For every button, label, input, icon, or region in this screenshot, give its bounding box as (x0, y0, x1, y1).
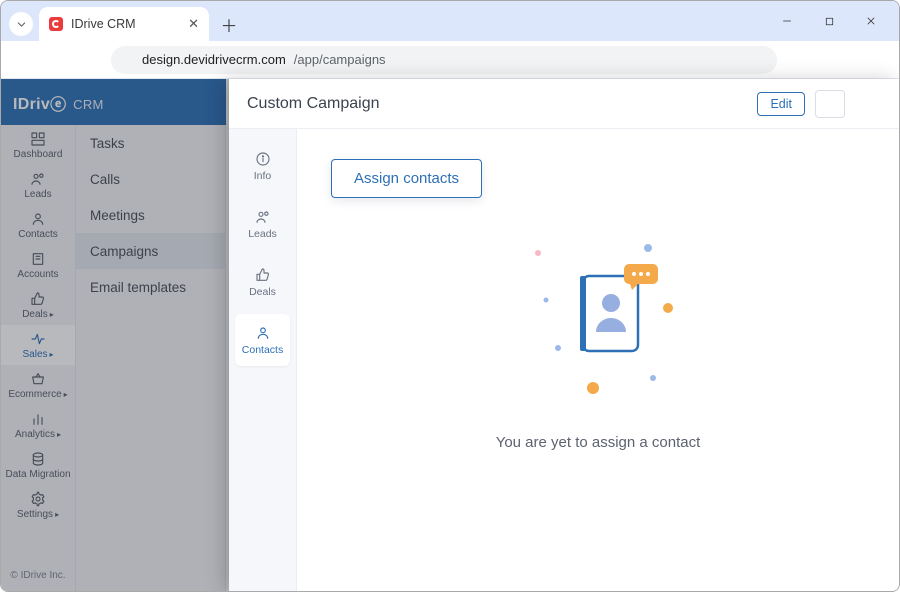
window-maximize-button[interactable] (809, 7, 849, 35)
new-tab-button[interactable]: ＋ (215, 10, 243, 38)
drawer-tab-info[interactable]: Info (235, 140, 290, 192)
contact-icon (255, 325, 271, 341)
kebab-icon (823, 97, 837, 111)
empty-state: You are yet to assign a contact (331, 198, 865, 561)
url-path: /app/campaigns (294, 52, 386, 67)
empty-state-text: You are yet to assign a contact (496, 434, 701, 451)
drawer-more-button[interactable] (815, 90, 845, 118)
empty-state-illustration (498, 238, 698, 408)
nav-forward-button[interactable] (43, 48, 67, 72)
drawer-close-button[interactable] (855, 91, 881, 117)
leads-icon (255, 209, 271, 225)
drawer-body: Info Leads Deals Contacts (229, 129, 899, 591)
url-host: design.devidrivecrm.com (142, 52, 286, 67)
browser-menu-button[interactable] (867, 48, 891, 72)
browser-addressbar: design.devidrivecrm.com/app/campaigns (1, 41, 899, 79)
password-key-icon[interactable] (795, 48, 819, 72)
window-close-button[interactable] (851, 7, 891, 35)
tab-close-button[interactable]: ✕ (188, 16, 199, 32)
drawer-tabs: Info Leads Deals Contacts (229, 129, 297, 591)
tab-title: IDrive CRM (71, 17, 136, 31)
tab-search-button[interactable] (9, 12, 33, 36)
browser-tab-active[interactable]: IDrive CRM ✕ (39, 7, 209, 41)
info-icon (255, 151, 271, 167)
drawer-content: Assign contacts (297, 129, 899, 591)
drawer-tab-deals[interactable]: Deals (235, 256, 290, 308)
bookmark-star-icon[interactable] (831, 48, 855, 72)
nav-back-button[interactable] (9, 48, 33, 72)
drawer-title: Custom Campaign (247, 95, 380, 113)
browser-window: IDrive CRM ✕ ＋ design.devid (0, 0, 900, 592)
thumbs-up-icon (255, 267, 271, 283)
url-input[interactable]: design.devidrivecrm.com/app/campaigns (111, 46, 777, 74)
edit-button[interactable]: Edit (757, 92, 805, 116)
campaign-drawer: Custom Campaign Edit Info (229, 79, 899, 591)
nav-reload-button[interactable] (77, 48, 101, 72)
close-icon (860, 96, 876, 112)
drawer-tab-contacts[interactable]: Contacts (235, 314, 290, 366)
browser-tabbar: IDrive CRM ✕ ＋ (1, 1, 899, 41)
site-settings-icon (121, 53, 134, 66)
drawer-tab-leads[interactable]: Leads (235, 198, 290, 250)
window-minimize-button[interactable] (767, 7, 807, 35)
app-frame: IDrivⓔ CRM Dashboard Leads Contacts Acco… (1, 79, 899, 591)
favicon-icon (49, 17, 63, 31)
assign-contacts-button[interactable]: Assign contacts (331, 159, 482, 198)
drawer-header: Custom Campaign Edit (229, 79, 899, 129)
